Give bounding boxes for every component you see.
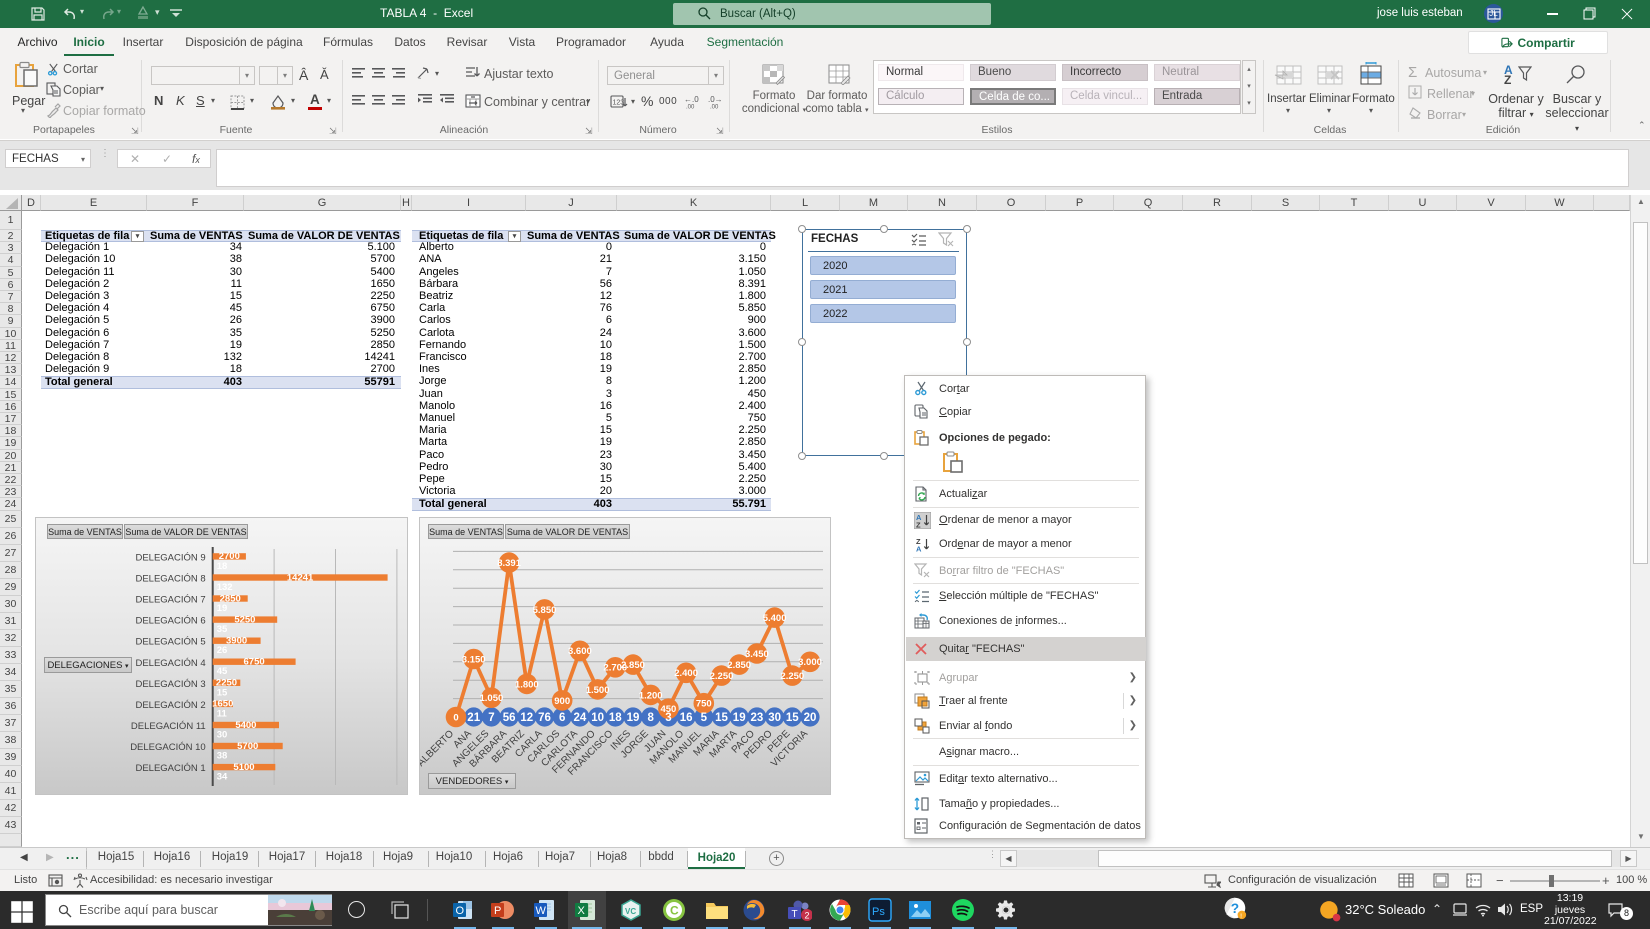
svg-text:Z: Z xyxy=(916,521,921,530)
svg-text:15: 15 xyxy=(217,687,228,698)
svg-text:3900: 3900 xyxy=(226,636,247,647)
svg-text:5700: 5700 xyxy=(237,741,258,752)
svg-text:1.050: 1.050 xyxy=(480,693,504,704)
svg-text:900: 900 xyxy=(554,696,570,707)
svg-text:123: 123 xyxy=(613,100,625,107)
svg-text:3: 3 xyxy=(665,712,671,724)
svg-text:38: 38 xyxy=(217,751,228,762)
svg-text:24: 24 xyxy=(574,712,587,724)
svg-text:2.250: 2.250 xyxy=(710,671,734,682)
svg-text:5: 5 xyxy=(701,712,708,724)
svg-text:DELEGACIÓN 9: DELEGACIÓN 9 xyxy=(135,552,205,563)
svg-text:7: 7 xyxy=(488,712,494,724)
svg-text:Ps: Ps xyxy=(872,906,885,918)
svg-text:C: C xyxy=(670,904,679,918)
svg-text:2.850: 2.850 xyxy=(727,660,751,671)
svg-text:3.000: 3.000 xyxy=(798,657,822,668)
svg-text:19: 19 xyxy=(733,712,746,724)
svg-text:6: 6 xyxy=(559,712,565,724)
svg-text:DELEGACIÓN 2: DELEGACIÓN 2 xyxy=(135,700,205,711)
svg-text:23: 23 xyxy=(751,712,764,724)
svg-text:8: 8 xyxy=(647,712,654,724)
svg-text:DELEGACIÓN 5: DELEGACIÓN 5 xyxy=(135,637,205,648)
svg-text:3.450: 3.450 xyxy=(745,649,769,660)
svg-text:T: T xyxy=(792,909,798,920)
svg-text:1.500: 1.500 xyxy=(586,685,610,696)
svg-text:11: 11 xyxy=(217,708,228,719)
svg-text:2: 2 xyxy=(805,911,810,921)
svg-text:30: 30 xyxy=(217,730,228,741)
svg-text:26: 26 xyxy=(217,645,228,656)
svg-text:76: 76 xyxy=(538,712,551,724)
svg-text:20: 20 xyxy=(804,712,817,724)
svg-text:DELEGACIÓN 8: DELEGACIÓN 8 xyxy=(135,574,205,585)
svg-text:DELEGACIÓN 11: DELEGACIÓN 11 xyxy=(131,721,206,732)
svg-text:X: X xyxy=(578,905,586,917)
svg-text:1.200: 1.200 xyxy=(639,690,663,701)
svg-text:750: 750 xyxy=(696,699,712,710)
svg-text:DELEGACIÓN 4: DELEGACIÓN 4 xyxy=(135,658,205,669)
svg-text:10: 10 xyxy=(591,712,604,724)
svg-text:15: 15 xyxy=(715,712,728,724)
svg-text:.00: .00 xyxy=(710,105,719,110)
svg-text:30: 30 xyxy=(768,712,781,724)
svg-text:6750: 6750 xyxy=(244,657,265,668)
svg-text:O: O xyxy=(456,905,465,917)
svg-text:A: A xyxy=(916,545,922,554)
svg-text:.00: .00 xyxy=(686,105,695,110)
svg-text:56: 56 xyxy=(503,712,516,724)
svg-text:W: W xyxy=(536,905,547,917)
svg-text:45: 45 xyxy=(217,666,228,677)
svg-text:←.0: ←.0 xyxy=(684,95,699,104)
svg-text:DELEGACIÓN 7: DELEGACIÓN 7 xyxy=(135,595,205,606)
svg-text:34: 34 xyxy=(217,772,228,783)
svg-text:5400: 5400 xyxy=(235,720,256,731)
svg-text:.0→: .0→ xyxy=(708,95,723,104)
svg-text:132: 132 xyxy=(217,582,233,593)
svg-text:14241: 14241 xyxy=(287,572,314,583)
svg-text:19: 19 xyxy=(217,603,228,614)
svg-text:18: 18 xyxy=(217,561,228,572)
svg-text:3.150: 3.150 xyxy=(462,654,486,665)
svg-text:15: 15 xyxy=(786,712,799,724)
svg-text:16: 16 xyxy=(680,712,693,724)
svg-text:12: 12 xyxy=(520,712,533,724)
svg-text:!: ! xyxy=(1240,913,1242,920)
svg-text:1.800: 1.800 xyxy=(515,679,539,690)
svg-text:DELEGACIÓN 10: DELEGACIÓN 10 xyxy=(130,742,206,753)
svg-text:2.250: 2.250 xyxy=(780,671,804,682)
svg-text:5100: 5100 xyxy=(233,762,254,773)
svg-text:DELEGACIÓN 6: DELEGACIÓN 6 xyxy=(135,616,205,627)
svg-text:19: 19 xyxy=(627,712,640,724)
svg-text:21: 21 xyxy=(467,712,480,724)
svg-text:8.391: 8.391 xyxy=(497,558,521,569)
svg-text:35: 35 xyxy=(217,624,228,635)
svg-text:5.850: 5.850 xyxy=(533,605,557,616)
svg-text:DELEGACIÓN 1: DELEGACIÓN 1 xyxy=(135,763,205,774)
svg-text:5250: 5250 xyxy=(234,614,255,625)
svg-text:18: 18 xyxy=(609,712,622,724)
svg-text:P: P xyxy=(494,905,501,917)
svg-text:0: 0 xyxy=(453,712,458,723)
svg-text:5.400: 5.400 xyxy=(763,613,787,624)
svg-text:DELEGACIÓN 3: DELEGACIÓN 3 xyxy=(135,679,205,690)
svg-text:VC: VC xyxy=(625,907,636,916)
svg-text:2.850: 2.850 xyxy=(621,660,645,671)
svg-text:2.400: 2.400 xyxy=(674,668,698,679)
svg-text:3.600: 3.600 xyxy=(568,646,592,657)
